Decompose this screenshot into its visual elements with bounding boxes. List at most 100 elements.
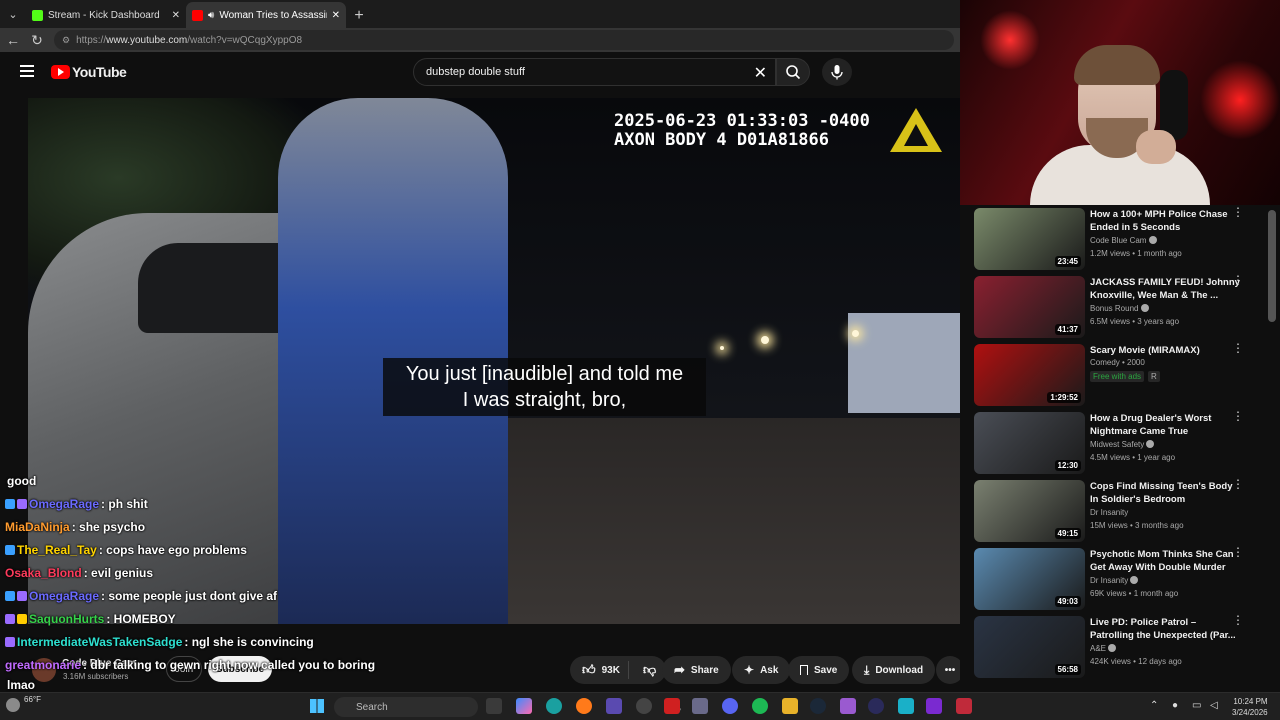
chat-badge-icon [5,499,15,509]
video-title[interactable]: Cops Find Missing Teen's Body In Soldier… [1090,480,1240,506]
tab-list-icon[interactable]: ⌄ [0,2,26,26]
edge-browser-icon[interactable] [546,698,562,714]
video-badges: Free with ads R [1090,371,1160,382]
more-vertical-icon[interactable]: ⋮ [1232,478,1244,490]
video-thumbnail[interactable]: 41:37 [974,276,1085,338]
save-button[interactable]: Save [788,656,850,684]
chevron-up-icon[interactable]: ⌃ [1150,700,1158,711]
app-icon[interactable] [606,698,622,714]
more-vertical-icon[interactable]: ⋮ [1232,274,1244,286]
recommended-video[interactable]: 41:37 JACKASS FAMILY FEUD! Johnny Knoxvil… [974,274,1274,340]
spotify-icon[interactable] [752,698,768,714]
start-icon[interactable] [310,699,324,713]
recommended-video[interactable]: 23:45 How a 100+ MPH Police Chase Ended i… [974,206,1274,272]
site-info-icon[interactable]: ⚙ [62,35,70,46]
search-button[interactable] [776,58,810,86]
app-icon[interactable] [898,698,914,714]
youtube-app-icon[interactable] [664,698,680,714]
chat-username[interactable]: greatmonarie [5,658,81,672]
more-vertical-icon[interactable]: ⋮ [1232,342,1244,354]
more-vertical-icon[interactable]: ⋮ [1232,410,1244,422]
voice-search-button[interactable] [822,58,852,86]
recommended-video[interactable]: 49:03 Psychotic Mom Thinks She Can Get Aw… [974,546,1274,612]
video-channel[interactable]: Bonus Round [1090,304,1149,313]
video-title[interactable]: Scary Movie (MIRAMAX) [1090,344,1240,357]
menu-icon[interactable] [20,65,34,77]
microphone-tray-icon[interactable]: ● [1172,700,1178,711]
app-icon[interactable] [956,698,972,714]
system-clock[interactable]: 10:24 PM 3/24/2026 [1232,696,1268,718]
video-channel[interactable]: Dr Insanity [1090,508,1128,517]
video-thumbnail[interactable]: 49:03 [974,548,1085,610]
file-explorer-icon[interactable] [782,698,798,714]
distant-light [852,330,859,337]
music-icon[interactable] [692,698,708,714]
video-title[interactable]: Live PD: Police Patrol – Patrolling the … [1090,616,1240,642]
like-button[interactable]: 👍︎ 93K [570,661,629,679]
search-input[interactable]: dubstep double stuff ✕ [413,58,776,86]
video-thumbnail[interactable]: 12:30 [974,412,1085,474]
chat-username[interactable]: Osaka_Blond [5,566,82,580]
recommended-video[interactable]: 56:58 Live PD: Police Patrol – Patrolling… [974,614,1274,680]
share-button[interactable]: ➦ Share [662,656,731,684]
network-icon[interactable]: ▭ [1192,700,1201,711]
reload-icon[interactable]: ↻ [30,32,44,49]
tab-kick-dashboard[interactable]: Stream - Kick Dashboard ✕ [26,2,186,28]
ask-button[interactable]: ✦ Ask [732,656,791,684]
chat-username[interactable]: IntermediateWasTakenSadge [17,635,182,649]
chat-username[interactable]: MiaDaNinja [5,520,70,534]
video-channel[interactable]: Code Blue Cam [1090,236,1157,245]
video-thumbnail[interactable]: 49:15 [974,480,1085,542]
app-icon[interactable] [868,698,884,714]
chat-username[interactable]: SaquonHurts [29,612,104,626]
obs-icon[interactable] [636,698,652,714]
chat-username[interactable]: OmegaRage [29,497,99,511]
tab-youtube-video[interactable]: 🔊︎ Woman Tries to Assassinate C ✕ [186,2,346,28]
dislike-button[interactable]: 👎︎ [635,662,664,678]
back-arrow-icon[interactable]: ← [6,32,20,48]
video-title[interactable]: How a Drug Dealer's Worst Nightmare Came… [1090,412,1240,438]
more-vertical-icon[interactable]: ⋮ [1232,546,1244,558]
recommended-video[interactable]: 12:30 How a Drug Dealer's Worst Nightmare… [974,410,1274,476]
video-thumbnail[interactable]: 1:29:52 [974,344,1085,406]
more-vertical-icon[interactable]: ⋮ [1232,614,1244,626]
video-thumbnail[interactable]: 56:58 [974,616,1085,678]
discord-icon[interactable] [722,698,738,714]
app-icon[interactable] [840,698,856,714]
recommended-video[interactable]: 49:15 Cops Find Missing Teen's Body In So… [974,478,1274,544]
video-title[interactable]: JACKASS FAMILY FEUD! Johnny Knoxville, W… [1090,276,1240,302]
weather-icon[interactable] [6,698,20,712]
copilot-icon[interactable] [516,698,532,714]
video-channel[interactable]: Midwest Safety [1090,440,1155,449]
speaker-icon[interactable]: 🔊︎ [208,10,214,21]
taskbar-search[interactable]: ⌕ Search [334,697,682,717]
steam-icon[interactable] [810,698,826,714]
fx-icon[interactable] [926,698,942,714]
firefox-icon[interactable] [576,698,592,714]
more-vertical-icon[interactable]: ⋮ [1232,206,1244,218]
url-field[interactable]: ⚙ https://www.youtube.com/watch?v=wQCqgX… [54,30,954,50]
video-channel[interactable]: Comedy • 2000 [1090,358,1145,367]
video-thumbnail[interactable]: 23:45 [974,208,1085,270]
video-duration: 23:45 [1054,256,1081,267]
chat-badge-icon [17,591,27,601]
youtube-logo[interactable]: YouTube [51,64,127,80]
new-tab-button[interactable]: + [346,7,372,25]
video-channel[interactable]: Dr Insanity [1090,576,1139,585]
task-view-icon[interactable] [486,698,502,714]
video-title[interactable]: How a 100+ MPH Police Chase Ended in 5 S… [1090,208,1240,234]
volume-icon[interactable]: ◁ [1210,700,1218,711]
recommended-video[interactable]: 1:29:52 Scary Movie (MIRAMAX) Comedy • 200… [974,342,1274,408]
chat-username[interactable]: OmegaRage [29,589,99,603]
clear-search-icon[interactable]: ✕ [754,63,767,83]
close-tab-icon[interactable]: ✕ [172,10,180,21]
close-tab-icon[interactable]: ✕ [332,10,340,21]
weather-temp[interactable]: 66°F [24,695,41,704]
video-title[interactable]: Psychotic Mom Thinks She Can Get Away Wi… [1090,548,1240,574]
video-channel[interactable]: A&E [1090,644,1117,653]
download-button[interactable]: ⤓ Download [852,656,936,684]
share-icon: ➦ [674,662,685,677]
sidebar-scrollbar[interactable] [1268,210,1276,322]
chat-text: : some people just dont give af [101,589,278,603]
chat-username[interactable]: The_Real_Tay [17,543,97,557]
